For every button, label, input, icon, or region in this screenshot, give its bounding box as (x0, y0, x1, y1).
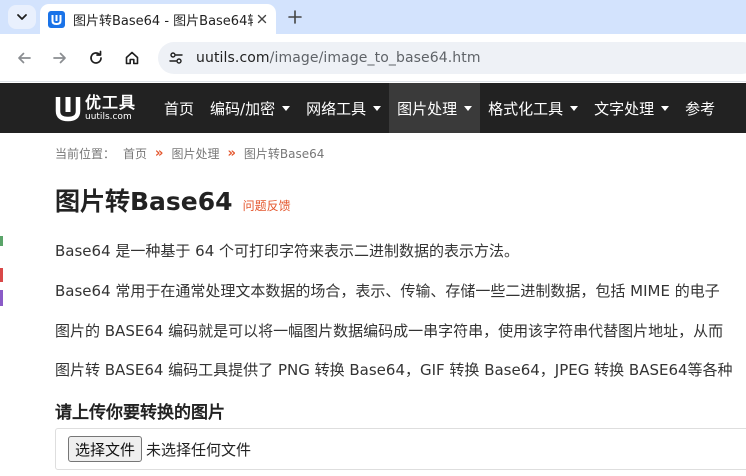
arrow-right-icon (53, 52, 66, 64)
reload-button[interactable] (84, 46, 108, 70)
menu-item-network[interactable]: 网络工具 (298, 83, 389, 133)
site-logo[interactable]: 优工具 uutils.com (55, 91, 139, 125)
menu-item-reference[interactable]: 参考 (677, 83, 723, 133)
breadcrumb-link-image[interactable]: 图片处理 (171, 145, 219, 162)
caret-down-icon (661, 105, 670, 111)
new-tab-button[interactable] (284, 6, 306, 28)
url-path: /image/image_to_base64.htm (269, 50, 481, 66)
back-button[interactable] (12, 46, 36, 70)
file-status: 未选择任何文件 (146, 440, 252, 459)
browser-toolbar: uutils.com/image/image_to_base64.htm (0, 34, 746, 82)
menu-item-text[interactable]: 文字处理 (586, 83, 677, 133)
close-icon[interactable] (254, 11, 270, 27)
home-icon (125, 51, 139, 65)
left-edge-fragment (0, 236, 3, 246)
title-row: 图片转Base64 问题反馈 (55, 182, 291, 218)
breadcrumb-link-home[interactable]: 首页 (123, 145, 147, 162)
menu-item-label: 格式化工具 (488, 99, 564, 118)
browser-tab-active[interactable]: 图片转Base64 - 图片Base64转 (40, 4, 276, 34)
intro-paragraph: Base64 是一种基于 64 个可打印字符来表示二进制数据的表示方法。 (55, 242, 520, 260)
intro-paragraph: 图片转 BASE64 编码工具提供了 PNG 转换 Base64，GIF 转换 … (55, 361, 733, 379)
plus-icon (288, 10, 302, 24)
menu-item-label: 文字处理 (594, 99, 655, 118)
intro-paragraph: 图片的 BASE64 编码就是可以将一幅图片数据编码成一串字符串，使用该字符串代… (55, 322, 724, 340)
menu-item-encoding[interactable]: 编码/加密 (202, 83, 298, 133)
site-favicon-icon (48, 10, 65, 28)
tab-search-button[interactable] (8, 5, 36, 29)
file-upload-area: 选择文件 未选择任何文件 (55, 428, 746, 470)
site-info-icon[interactable] (164, 46, 188, 70)
caret-down-icon (373, 105, 382, 111)
menu-item-label: 首页 (164, 99, 195, 118)
breadcrumb: 当前位置： 首页 » 图片处理 » 图片转Base64 (55, 145, 324, 162)
breadcrumb-separator-icon: » (227, 146, 236, 161)
breadcrumb-current[interactable]: 图片转Base64 (244, 145, 325, 162)
breadcrumb-prefix: 当前位置： (55, 147, 116, 161)
intro-paragraph: Base64 常用于在通常处理文本数据的场合，表示、传输、存储一些二进制数据，包… (55, 282, 720, 300)
main-menu: 首页 编码/加密 网络工具 图片处理 格式化工具 文字处理 参考 (156, 83, 723, 133)
arrow-left-icon (18, 52, 31, 64)
home-button[interactable] (120, 46, 144, 70)
left-edge-fragment (0, 290, 3, 306)
forward-button[interactable] (48, 46, 72, 70)
menu-item-label: 参考 (685, 99, 716, 118)
menu-item-image[interactable]: 图片处理 (389, 83, 481, 133)
feedback-link[interactable]: 问题反馈 (243, 197, 291, 214)
menu-item-label: 网络工具 (306, 99, 367, 118)
browser-tabstrip: 图片转Base64 - 图片Base64转 (0, 0, 746, 34)
site-navbar: 优工具 uutils.com 首页 编码/加密 网络工具 图片处理 格式化工具 … (0, 83, 746, 133)
caret-down-icon (282, 105, 291, 111)
menu-item-label: 编码/加密 (210, 99, 276, 118)
chevron-down-icon (17, 14, 27, 20)
logo-text: 优工具 uutils.com (85, 92, 137, 122)
caret-down-icon (570, 105, 579, 111)
url-host: uutils.com (196, 50, 270, 66)
left-edge-fragment (0, 268, 3, 282)
logo-domain: uutils.com (85, 111, 132, 122)
logo-mark-icon (55, 94, 81, 122)
logo-name: 优工具 (85, 92, 137, 112)
choose-file-button[interactable]: 选择文件 (68, 436, 143, 462)
menu-item-home[interactable]: 首页 (156, 83, 202, 133)
tab-title: 图片转Base64 - 图片Base64转 (73, 13, 253, 29)
address-bar[interactable]: uutils.com/image/image_to_base64.htm (158, 42, 746, 74)
url-text: uutils.com/image/image_to_base64.htm (196, 50, 481, 66)
page-title: 图片转Base64 (55, 187, 233, 216)
menu-item-format[interactable]: 格式化工具 (480, 83, 586, 133)
menu-item-label: 图片处理 (397, 99, 458, 118)
upload-heading: 请上传你要转换的图片 (55, 403, 225, 423)
caret-down-icon (464, 105, 473, 111)
breadcrumb-separator-icon: » (155, 146, 164, 161)
reload-icon (90, 50, 102, 64)
